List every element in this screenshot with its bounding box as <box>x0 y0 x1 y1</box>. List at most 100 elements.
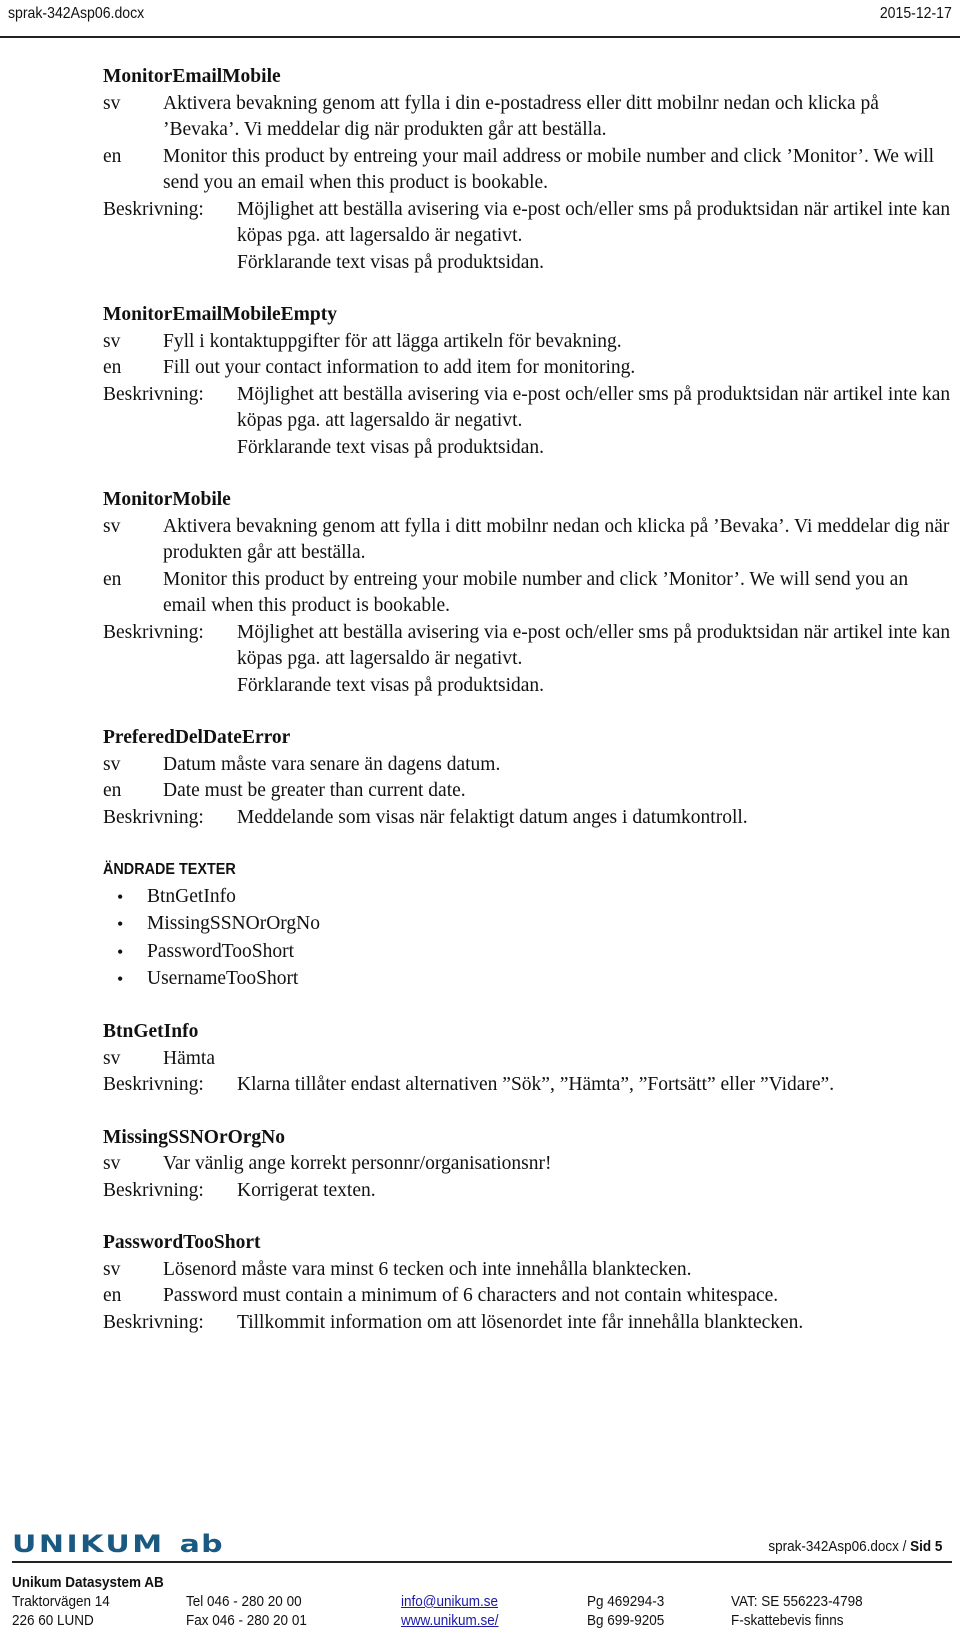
logo-suffix-text: ab <box>179 1530 224 1558</box>
en-label: en <box>103 357 122 378</box>
list-item-text: BtnGetInfo <box>147 885 236 907</box>
en-label: en <box>103 145 122 167</box>
bullet-icon: • <box>117 941 124 962</box>
entry-monitor-email-mobile: MonitorEmailMobile sv Aktivera bevakning… <box>103 64 953 276</box>
footer-address-column: Unikum Datasystem AB Traktorvägen 14 226… <box>12 1573 164 1630</box>
desc-row: Beskrivning: Klarna tillåter endast alte… <box>103 1072 953 1099</box>
page-header: sprak-342Asp06.docx 2015-12-17 <box>0 0 960 40</box>
sv-text: Fyll i kontaktuppgifter för att lägga ar… <box>163 330 622 352</box>
desc-text-2: Förklarande text visas på produktsidan. <box>237 251 545 273</box>
desc-text-2: Förklarande text visas på produktsidan. <box>237 436 545 458</box>
en-row: en Fill out your contact information to … <box>103 355 953 382</box>
sv-label: sv <box>103 1153 121 1174</box>
en-row: en Password must contain a minimum of 6 … <box>103 1283 953 1310</box>
entry-monitor-email-mobile-empty: MonitorEmailMobileEmpty sv Fyll i kontak… <box>103 302 953 461</box>
sv-label: sv <box>103 92 121 114</box>
bankgiro-number: Bg 699-9205 <box>587 1612 665 1629</box>
bullet-icon: • <box>117 969 124 989</box>
header-date: 2015-12-17 <box>879 5 952 22</box>
desc-row: Beskrivning: Möjlighet att beställa avis… <box>103 620 953 700</box>
sv-text: Datum måste vara senare än dagens datum. <box>163 753 501 775</box>
page-footer: UNIKUM ab sprak-342Asp06.docx / Sid 5 Uni… <box>0 1520 960 1640</box>
entry-btn-get-info: BtnGetInfo sv Hämta Beskrivning: Klarna … <box>103 1019 953 1099</box>
en-row: en Monitor this product by entreing your… <box>103 144 953 197</box>
website-link[interactable]: www.unikum.se/ <box>401 1612 499 1629</box>
changed-texts-list: • BtnGetInfo • MissingSSNOrOrgNo • Passw… <box>103 883 953 993</box>
sv-text: Hämta <box>163 1047 215 1069</box>
desc-label: Beskrivning: <box>103 621 204 643</box>
section-heading-changed-texts: ÄNDRADE TEXTER <box>103 861 236 878</box>
desc-text: Tillkommit information om att lösenordet… <box>237 1311 804 1333</box>
desc-label: Beskrivning: <box>103 1074 204 1095</box>
logo-main-text: UNIKUM <box>12 1530 165 1558</box>
list-item: • UsernameTooShort <box>103 966 953 994</box>
en-label: en <box>103 780 122 801</box>
desc-text: Korrigerat texten. <box>237 1179 376 1201</box>
desc-label: Beskrivning: <box>103 806 204 828</box>
list-item-text: MissingSSNOrOrgNo <box>147 913 321 934</box>
en-row: en Monitor this product by entreing your… <box>103 567 953 620</box>
sv-text: Lösenord måste vara minst 6 tecken och i… <box>163 1258 692 1280</box>
desc-text: Meddelande som visas när felaktigt datum… <box>237 806 748 828</box>
company-logo: UNIKUM ab <box>12 1530 224 1558</box>
desc-row: Beskrivning: Möjlighet att beställa avis… <box>103 382 953 462</box>
desc-row: Beskrivning: Möjlighet att beställa avis… <box>103 197 953 277</box>
address-line-2: 226 60 LUND <box>12 1612 94 1629</box>
desc-text: Möjlighet att beställa avisering via e-p… <box>237 198 951 247</box>
sv-label: sv <box>103 330 121 352</box>
sv-row: sv Lösenord måste vara minst 6 tecken oc… <box>103 1257 953 1284</box>
sv-text: Aktivera bevakning genom att fylla i din… <box>163 92 879 141</box>
sv-row: sv Hämta <box>103 1046 953 1073</box>
entry-title: MonitorMobile <box>103 489 231 510</box>
footer-phone-column: Tel 046 - 280 20 00 Fax 046 - 280 20 01 <box>186 1592 307 1630</box>
en-text: Password must contain a minimum of 6 cha… <box>163 1285 779 1306</box>
en-text: Monitor this product by entreing your mo… <box>163 568 909 617</box>
sv-label: sv <box>103 1258 121 1280</box>
sv-row: sv Fyll i kontaktuppgifter för att lägga… <box>103 329 953 356</box>
entry-title: PreferedDelDateError <box>103 727 291 748</box>
en-row: en Date must be greater than current dat… <box>103 778 953 805</box>
entry-password-too-short: PasswordTooShort sv Lösenord måste vara … <box>103 1230 953 1336</box>
plusgiro-number: Pg 469294-3 <box>587 1593 665 1610</box>
entry-title: PasswordTooShort <box>103 1232 261 1253</box>
en-text: Date must be greater than current date. <box>163 780 466 801</box>
phone-number: Tel 046 - 280 20 00 <box>186 1593 302 1610</box>
entry-title: MonitorEmailMobile <box>103 66 281 87</box>
sv-label: sv <box>103 1047 121 1069</box>
page-number: Sid 5 <box>909 1538 942 1555</box>
desc-label: Beskrivning: <box>103 383 204 405</box>
sv-text: Var vänlig ange korrekt personnr/organis… <box>163 1153 552 1174</box>
desc-label: Beskrivning: <box>103 198 204 220</box>
entry-monitor-mobile: MonitorMobile sv Aktivera bevakning geno… <box>103 487 953 699</box>
list-item: • PasswordTooShort <box>103 938 953 966</box>
entry-title: MissingSSNOrOrgNo <box>103 1126 286 1148</box>
sv-row: sv Var vänlig ange korrekt personnr/orga… <box>103 1151 953 1178</box>
footer-tax-column: VAT: SE 556223-4798 F-skattebevis finns <box>731 1592 863 1630</box>
desc-row: Beskrivning: Korrigerat texten. <box>103 1178 953 1205</box>
sv-label: sv <box>103 753 121 775</box>
tax-certificate: F-skattebevis finns <box>731 1612 844 1629</box>
address-line-1: Traktorvägen 14 <box>12 1593 110 1610</box>
desc-text: Möjlighet att beställa avisering via e-p… <box>237 383 951 432</box>
list-item: • BtnGetInfo <box>103 883 953 911</box>
sv-row: sv Aktivera bevakning genom att fylla i … <box>103 514 953 567</box>
en-label: en <box>103 568 122 590</box>
list-item-text: PasswordTooShort <box>147 940 295 962</box>
desc-text: Möjlighet att beställa avisering via e-p… <box>237 621 951 670</box>
bullet-icon: • <box>117 886 124 907</box>
sv-label: sv <box>103 515 121 537</box>
entry-title: BtnGetInfo <box>103 1021 199 1042</box>
email-link[interactable]: info@unikum.se <box>401 1593 498 1610</box>
company-name: Unikum Datasystem AB <box>12 1574 164 1591</box>
en-text: Monitor this product by entreing your ma… <box>163 145 935 194</box>
vat-number: VAT: SE 556223-4798 <box>731 1593 863 1610</box>
desc-label: Beskrivning: <box>103 1179 204 1201</box>
desc-row: Beskrivning: Meddelande som visas när fe… <box>103 805 953 832</box>
desc-label: Beskrivning: <box>103 1311 204 1333</box>
desc-text-2: Förklarande text visas på produktsidan. <box>237 674 545 696</box>
desc-row: Beskrivning: Tillkommit information om a… <box>103 1310 953 1337</box>
header-divider <box>0 36 960 38</box>
list-item-text: UsernameTooShort <box>147 968 299 989</box>
entry-missing-ssn-or-org-no: MissingSSNOrOrgNo sv Var vänlig ange kor… <box>103 1125 953 1205</box>
page-reference: sprak-342Asp06.docx / Sid 5 <box>768 1538 942 1555</box>
